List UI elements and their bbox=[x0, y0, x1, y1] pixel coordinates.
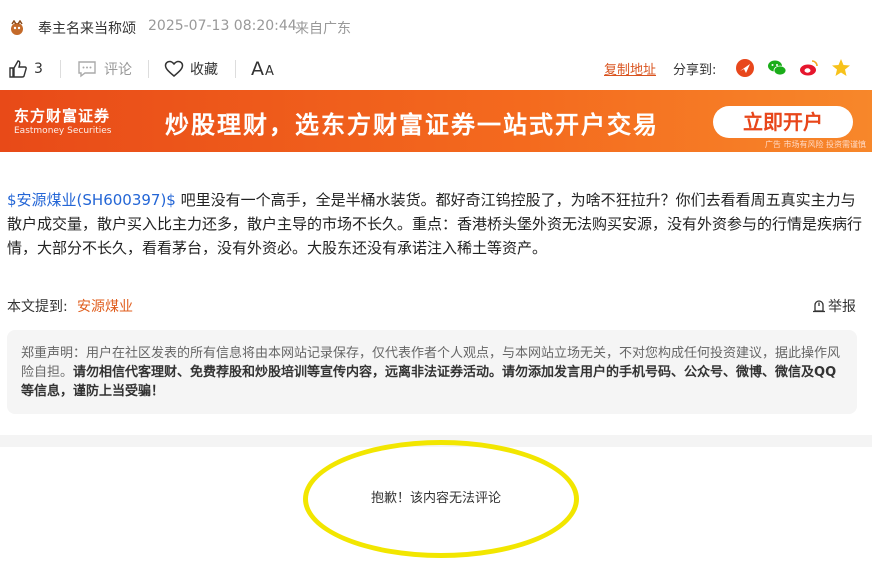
avatar[interactable] bbox=[9, 20, 25, 36]
like-count: 3 bbox=[34, 61, 43, 77]
font-size-icon-small: A bbox=[265, 63, 274, 79]
favorite-button[interactable]: 收藏 bbox=[164, 55, 218, 83]
toutiao-share-icon[interactable] bbox=[735, 58, 755, 78]
qzone-share-icon[interactable] bbox=[831, 58, 851, 78]
ad-disclaimer: 广告 市场有风险 投资需谨慎 bbox=[764, 140, 866, 149]
logo-cn: 东方财富证券 bbox=[14, 107, 111, 125]
post-location: 来自广东 bbox=[295, 21, 351, 37]
thumbs-up-icon bbox=[9, 60, 27, 78]
post-content: $安源煤业(SH600397)$ 吧里没有一个高手，全是半桶水装货。都好奇江钨控… bbox=[7, 188, 865, 260]
stock-tag-link[interactable]: $安源煤业(SH600397)$ bbox=[7, 191, 176, 209]
comment-icon bbox=[78, 61, 96, 78]
weibo-share-icon[interactable] bbox=[799, 58, 819, 78]
ad-banner[interactable]: 东方财富证券 Eastmoney Securities 炒股理财，选东方财富证券… bbox=[0, 90, 872, 152]
divider bbox=[148, 60, 149, 78]
report-icon bbox=[813, 300, 825, 313]
comment-button[interactable]: 评论 bbox=[77, 55, 132, 83]
disclaimer-warning: 请勿相信代客理财、免费荐股和炒股培训等宣传内容，远离非法证券活动。请勿添加发言用… bbox=[21, 365, 837, 399]
disclaimer-box: 郑重声明：用户在社区发表的所有信息将由本网站记录保存，仅代表作者个人观点，与本网… bbox=[7, 330, 857, 414]
divider bbox=[235, 60, 236, 78]
font-size-button[interactable]: A A bbox=[251, 55, 274, 83]
copy-link[interactable]: 复制地址 bbox=[604, 59, 656, 78]
open-account-button[interactable]: 立即开户 bbox=[713, 106, 853, 138]
divider bbox=[60, 60, 61, 78]
highlight-circle bbox=[303, 440, 579, 558]
logo-en: Eastmoney Securities bbox=[14, 126, 112, 136]
favorite-label: 收藏 bbox=[190, 62, 218, 78]
share-label: 分享到: bbox=[673, 63, 717, 78]
eastmoney-logo: 东方财富证券 Eastmoney Securities bbox=[14, 105, 111, 136]
font-size-icon-large: A bbox=[251, 58, 264, 80]
report-button[interactable]: 举报 bbox=[812, 296, 856, 316]
mention-stock-link[interactable]: 安源煤业 bbox=[77, 296, 133, 316]
author-name[interactable]: 奉主名来当称颂 bbox=[38, 18, 136, 38]
report-label: 举报 bbox=[828, 299, 856, 315]
heart-icon bbox=[164, 60, 184, 77]
mention-label: 本文提到: bbox=[7, 299, 68, 315]
like-button[interactable]: 3 bbox=[8, 55, 43, 83]
ad-slogan: 炒股理财，选东方财富证券一站式开户交易 bbox=[165, 111, 659, 139]
post-time: 2025-07-13 08:20:44 bbox=[148, 18, 297, 34]
wechat-share-icon[interactable] bbox=[767, 58, 787, 78]
comment-label: 评论 bbox=[104, 62, 132, 78]
